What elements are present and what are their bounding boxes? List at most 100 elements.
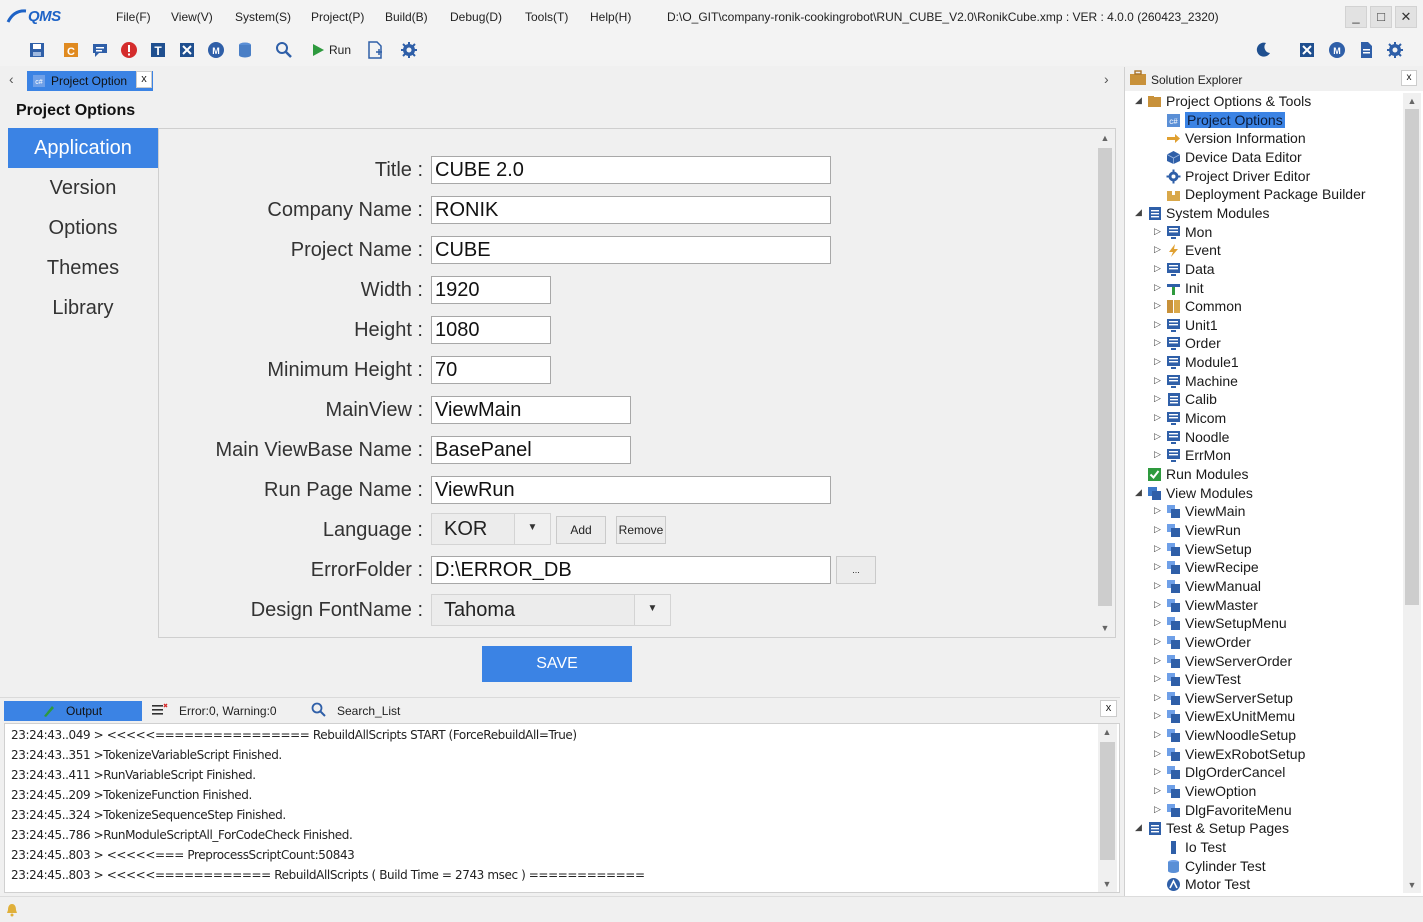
tree-node[interactable]: Io Test	[1125, 839, 1400, 857]
chevron-down-icon[interactable]: ▼	[514, 514, 550, 544]
tree-node[interactable]: ▷ ViewMain	[1125, 503, 1400, 521]
menu-help[interactable]: Help(H)	[590, 10, 631, 24]
tree-expand-icon[interactable]: ▷	[1154, 431, 1164, 442]
tab-close-button[interactable]: x	[136, 71, 152, 88]
tree-expand-icon[interactable]: ▷	[1154, 543, 1164, 554]
tree-collapse-icon[interactable]: ◢	[1135, 95, 1145, 106]
menu-view[interactable]: View(V)	[171, 10, 213, 24]
scroll-up-icon[interactable]: ▲	[1098, 724, 1116, 740]
scroll-up-icon[interactable]: ▲	[1096, 130, 1114, 146]
tree-collapse-icon[interactable]: ◢	[1135, 822, 1145, 833]
dark-mode-moon-icon[interactable]	[1254, 41, 1272, 59]
document-icon[interactable]	[1357, 41, 1375, 59]
run-icon[interactable]	[309, 41, 327, 59]
tree-expand-icon[interactable]: ▷	[1154, 655, 1164, 666]
search-icon[interactable]	[275, 41, 293, 59]
tree-expand-icon[interactable]: ▷	[1154, 449, 1164, 460]
tree-expand-icon[interactable]: ▷	[1154, 337, 1164, 348]
run-page-name-field[interactable]: ViewRun	[431, 476, 831, 504]
close-window-button[interactable]: ✕	[1395, 6, 1417, 28]
menu-tools[interactable]: Tools(T)	[525, 10, 568, 24]
height-field[interactable]: 1080	[431, 316, 551, 344]
run-label[interactable]: Run	[329, 43, 351, 57]
tree-expand-icon[interactable]: ▷	[1154, 375, 1164, 386]
save-button[interactable]: SAVE	[482, 646, 632, 682]
main-view-field[interactable]: ViewMain	[431, 396, 631, 424]
chevron-down-icon[interactable]: ▼	[634, 595, 670, 625]
tree-expand-icon[interactable]: ▷	[1154, 580, 1164, 591]
tab-scroll-right-icon[interactable]: ›	[1104, 71, 1109, 87]
tree-node[interactable]: c# Project Options	[1125, 112, 1400, 130]
tree-node[interactable]: ▷ ViewTest	[1125, 671, 1400, 689]
tree-node[interactable]: ▷ ViewServerSetup	[1125, 690, 1400, 708]
tree-expand-icon[interactable]: ▷	[1154, 729, 1164, 740]
tree-expand-icon[interactable]: ▷	[1154, 356, 1164, 367]
tree-node[interactable]: ▷ Mon	[1125, 224, 1400, 242]
output-scrollbar[interactable]: ▲ ▼	[1098, 724, 1117, 892]
cross-tool-icon[interactable]	[178, 41, 196, 59]
tree-node[interactable]: ▷ ViewRecipe	[1125, 559, 1400, 577]
error-icon[interactable]	[120, 41, 138, 59]
save-icon[interactable]	[28, 41, 46, 59]
tree-node[interactable]: ▷ ViewManual	[1125, 578, 1400, 596]
scroll-down-icon[interactable]: ▼	[1098, 876, 1116, 892]
menu-build[interactable]: Build(B)	[385, 10, 428, 24]
tree-node[interactable]: ▷ DlgOrderCancel	[1125, 764, 1400, 782]
minimum-height-field[interactable]: 70	[431, 356, 551, 384]
menu-debug[interactable]: Debug(D)	[450, 10, 502, 24]
tab-errors[interactable]: Error:0, Warning:0	[179, 704, 277, 718]
tree-expand-icon[interactable]: ▷	[1154, 785, 1164, 796]
tree-expand-icon[interactable]: ▷	[1154, 263, 1164, 274]
solution-explorer-close-button[interactable]: x	[1401, 70, 1417, 86]
tree-node[interactable]: ◢ System Modules	[1125, 205, 1400, 223]
tree-expand-icon[interactable]: ▷	[1154, 673, 1164, 684]
scroll-down-icon[interactable]: ▼	[1096, 620, 1114, 636]
output-scrollbar-thumb[interactable]	[1100, 742, 1115, 860]
tree-node[interactable]: ▷ ViewExRobotSetup	[1125, 746, 1400, 764]
settings-gear-right-icon[interactable]	[1386, 41, 1404, 59]
tree-collapse-icon[interactable]: ◢	[1135, 487, 1145, 498]
tree-node[interactable]: ▷ ViewMaster	[1125, 597, 1400, 615]
nav-application[interactable]: Application	[8, 128, 158, 168]
tree-node[interactable]: ▷ ViewOrder	[1125, 634, 1400, 652]
database-icon[interactable]	[236, 41, 254, 59]
tree-expand-icon[interactable]: ▷	[1154, 524, 1164, 535]
tree-expand-icon[interactable]: ▷	[1154, 561, 1164, 572]
tree-node[interactable]: ▷ Init	[1125, 280, 1400, 298]
tree-node[interactable]: ▷ ViewNoodleSetup	[1125, 727, 1400, 745]
tree-collapse-icon[interactable]: ◢	[1135, 207, 1145, 218]
text-tool-icon[interactable]: T	[149, 41, 167, 59]
output-close-button[interactable]: x	[1100, 700, 1117, 717]
tree-node[interactable]: Cylinder Test	[1125, 858, 1400, 876]
motor-tool-right-icon[interactable]: M	[1328, 41, 1346, 59]
tree-node[interactable]: Project Driver Editor	[1125, 168, 1400, 186]
add-language-button[interactable]: Add	[556, 516, 606, 544]
notification-bell-icon[interactable]	[6, 903, 18, 917]
tree-node[interactable]: ◢ View Modules	[1125, 485, 1400, 503]
tree-expand-icon[interactable]: ▷	[1154, 766, 1164, 777]
tree-node[interactable]: ▷ DlgFavoriteMenu	[1125, 802, 1400, 820]
tree-expand-icon[interactable]: ▷	[1154, 804, 1164, 815]
tree-expand-icon[interactable]: ▷	[1154, 748, 1164, 759]
tree-node[interactable]: ▷ ViewServerOrder	[1125, 653, 1400, 671]
new-document-icon[interactable]	[366, 41, 384, 59]
tree-node[interactable]: ▷ Calib	[1125, 391, 1400, 409]
tree-node[interactable]: ▷ Data	[1125, 261, 1400, 279]
tree-node[interactable]: Version Information	[1125, 130, 1400, 148]
tree-node[interactable]: ▷ ViewRun	[1125, 522, 1400, 540]
nav-options[interactable]: Options	[8, 208, 158, 248]
tree-node[interactable]: ▷ Event	[1125, 242, 1400, 260]
error-folder-field[interactable]: D:\ERROR_DB	[431, 556, 831, 584]
tree-expand-icon[interactable]: ▷	[1154, 244, 1164, 255]
tree-node[interactable]: ▷ Noodle	[1125, 429, 1400, 447]
tree-node[interactable]: ▷ Unit1	[1125, 317, 1400, 335]
motor-tool-icon[interactable]: M	[207, 41, 225, 59]
scroll-down-icon[interactable]: ▼	[1403, 877, 1421, 893]
tree-node[interactable]: ▷ Module1	[1125, 354, 1400, 372]
tree-expand-icon[interactable]: ▷	[1154, 692, 1164, 703]
tree-node[interactable]: ◢ Project Options & Tools	[1125, 93, 1400, 111]
tree-expand-icon[interactable]: ▷	[1154, 300, 1164, 311]
solution-explorer-scrollbar-thumb[interactable]	[1405, 109, 1419, 605]
settings-gear-icon[interactable]	[400, 41, 418, 59]
tree-node[interactable]: ▷ ViewSetupMenu	[1125, 615, 1400, 633]
